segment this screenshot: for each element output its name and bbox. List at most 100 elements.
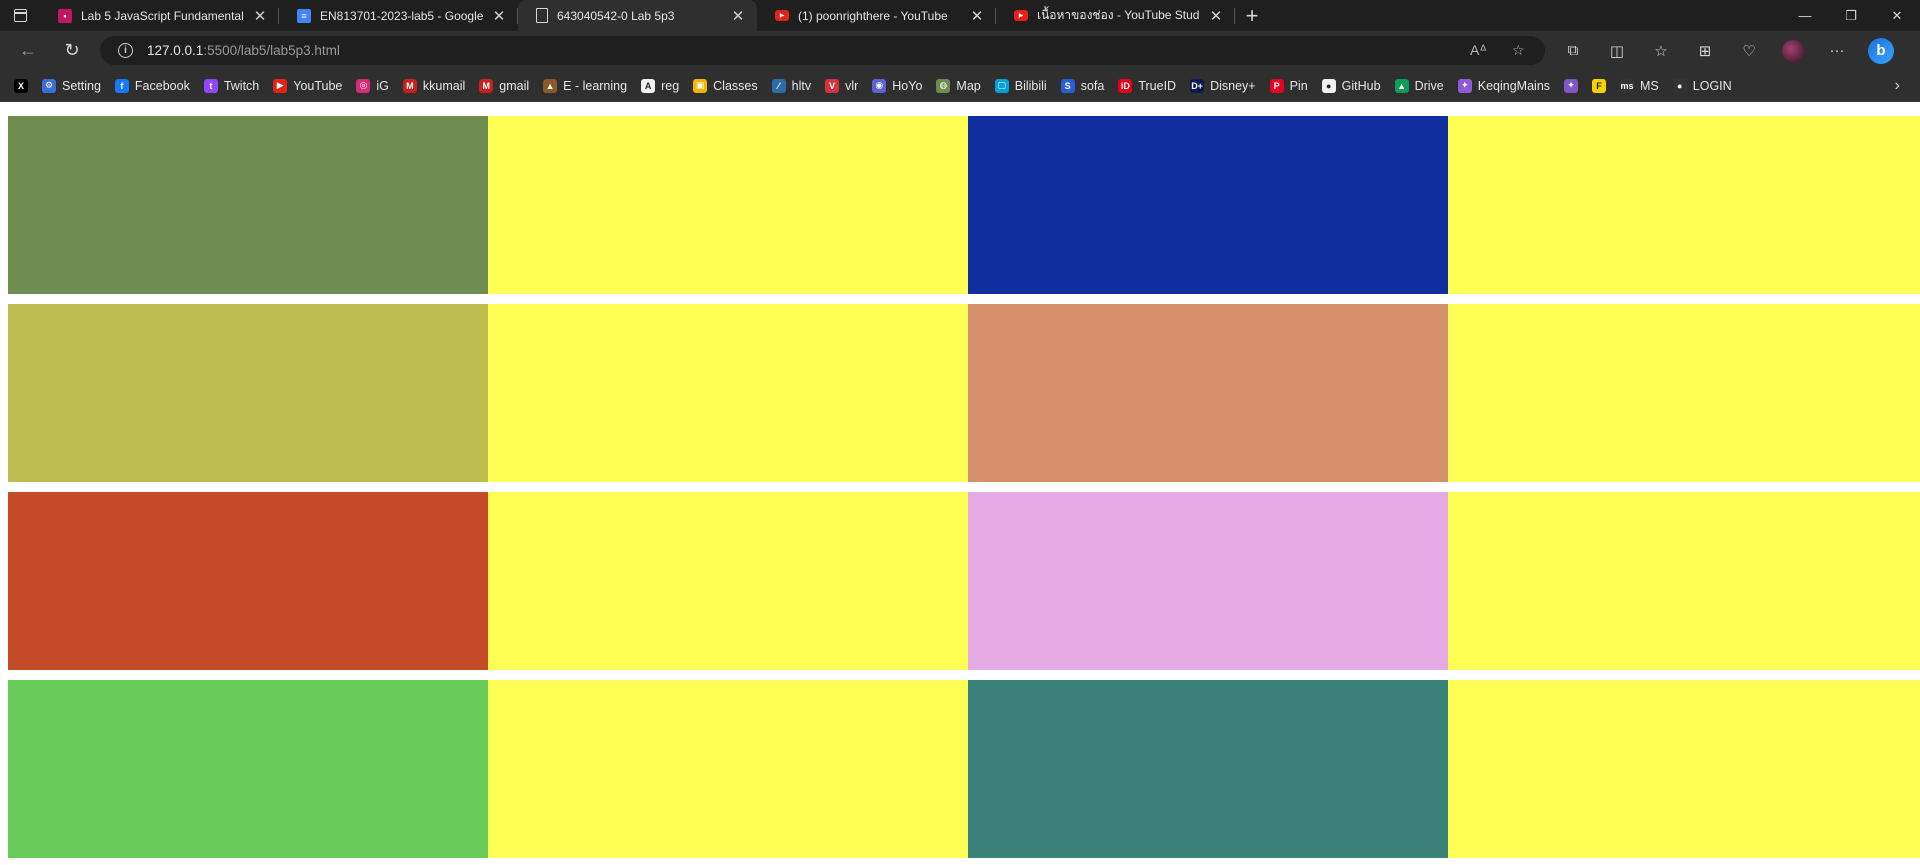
tab-close-icon[interactable]: ✕ [970,7,984,25]
address-bar[interactable]: i 127.0.0.1:5500/lab5/lab5p3.html Aᐞ ☆ [100,36,1545,65]
tab-5[interactable]: ▶ เนื้อหาของช่อง - YouTube Studio ✕ [996,0,1235,31]
twitch-icon: t [203,78,218,93]
bookmark-label: reg [661,78,680,93]
facebook-icon: f [114,78,129,93]
bookmark-label: YouTube [293,78,343,93]
bookmark-label: E - learning [563,78,628,93]
bookmark-label: gmail [499,78,530,93]
bookmark-sofa[interactable]: Ssofa [1060,78,1104,93]
color-cell [1448,492,1920,670]
toolbar-actions: ⧉ ◫ ☆ ⊞ ♡ ··· b [1551,31,1903,70]
read-aloud-icon[interactable]: Aᐞ [1470,42,1487,59]
bookmark-reg[interactable]: Areg [641,78,680,93]
bookmark-yellow-bookmark[interactable]: F [1592,78,1607,93]
tab-2[interactable]: ≡ EN813701-2023-lab5 - Google Docs ✕ [279,0,518,31]
browser-essentials-icon[interactable]: ♡ [1727,42,1771,60]
page-viewport [0,103,1920,865]
split-screen-icon[interactable]: ◫ [1595,42,1639,60]
bookmark-setting[interactable]: ⚙ Setting [42,78,101,93]
tab-4[interactable]: ▶ (1) poonrighthere - YouTube ✕ [757,0,996,31]
bookmark-github[interactable]: ● GitHub [1321,78,1381,93]
tab-3[interactable]: 643040542-0 Lab 5p3 ✕ [518,0,757,31]
classroom-icon: ▣ [693,78,708,93]
url-text[interactable]: 127.0.0.1:5500/lab5/lab5p3.html [147,43,340,58]
bookmark-youtube[interactable]: ▶ YouTube [273,78,343,93]
close-window-button[interactable]: ✕ [1874,0,1920,31]
favorites-icon[interactable]: ☆ [1639,42,1683,60]
bing-copilot-icon: b [1868,37,1894,64]
collections-icon[interactable]: ⊞ [1683,42,1727,60]
bookmark-label: Classes [713,78,758,93]
bookmark-hltv[interactable]: ⁄ hltv [771,78,811,93]
tab-strip: ▪ Lab 5 JavaScript Fundamentals ✕ ≡ EN813701… [0,0,1920,31]
refresh-button[interactable]: ↻ [50,31,94,70]
lab-page-icon: ▪ [58,8,72,23]
color-cell [1448,680,1920,858]
bookmark-map[interactable]: ◍ Map [936,78,981,93]
bookmark-kkumail[interactable]: Mkkumail [402,78,466,93]
tab-actions-icon [13,9,27,22]
url-host: 127.0.0.1 [147,43,204,58]
color-grid [8,116,1920,858]
extensions-icon[interactable]: ⧉ [1551,42,1595,59]
bookmark-label: iG [376,78,389,93]
google-drive-icon: ▲ [1394,78,1409,93]
minimize-button[interactable]: — [1782,0,1828,31]
bookmark-trueid[interactable]: iD TrueID [1118,78,1176,93]
bookmark-label: Disney+ [1210,78,1256,93]
bookmark-vlr[interactable]: Vvlr [825,78,858,93]
color-cell [968,492,1448,670]
gmail-icon: M [479,78,494,93]
bookmark-x[interactable]: X [14,78,28,93]
bookmark-ig[interactable]: ◎ iG [356,78,389,93]
bookmark-disney[interactable]: D+ Disney+ [1190,78,1256,93]
bookmark-label: GitHub [1341,78,1381,93]
bookmark-classes[interactable]: ▣ Classes [693,78,758,93]
back-button[interactable]: ← [6,31,50,70]
copilot-button[interactable]: b [1859,37,1903,64]
bookmark-hoyo[interactable]: ◉ HoYo [872,78,923,93]
settings-more-button[interactable]: ··· [1815,42,1859,59]
sofa-icon: S [1060,78,1075,93]
github-icon: ● [1321,78,1336,93]
bookmark-login[interactable]: ● LOGIN [1672,78,1732,93]
bookmark-facebook[interactable]: f Facebook [114,78,190,93]
tab-actions-button[interactable] [0,0,40,31]
tab-close-icon[interactable]: ✕ [731,7,745,25]
pinterest-icon: P [1269,78,1284,93]
bookmark-keqingmains[interactable]: ✦ KeqingMains [1457,78,1550,93]
window-controls: — ❐ ✕ [1782,0,1920,31]
tab-close-icon[interactable]: ✕ [1209,7,1223,25]
bookmark-label: Twitch [223,78,260,93]
color-cell [1448,116,1920,294]
bookmark-pin[interactable]: P Pin [1269,78,1308,93]
avatar [1782,39,1804,62]
youtube-studio-icon: ▶ [1014,10,1028,21]
bookmark-twitch[interactable]: t Twitch [203,78,260,93]
bookmark-gmail[interactable]: Mgmail [479,78,530,93]
tab-1[interactable]: ▪ Lab 5 JavaScript Fundamentals ✕ [40,0,279,31]
tab-close-icon[interactable]: ✕ [253,7,267,25]
bookmark-label: HoYo [892,78,923,93]
gmail-icon: M [402,78,417,93]
elearning-icon: ▲ [543,78,558,93]
site-info-icon[interactable]: i [118,43,133,58]
bookmark-label: kkumail [422,78,466,93]
hoyo-icon: ◉ [872,78,887,93]
bookmark-e-learning[interactable]: ▲ E - learning [543,78,628,93]
favorite-star-icon[interactable]: ☆ [1512,42,1525,59]
restore-button[interactable]: ❐ [1828,0,1874,31]
profile-button[interactable] [1771,39,1815,62]
refresh-icon: ↻ [64,40,80,60]
bookmarks-overflow-chevron-icon[interactable]: › [1895,77,1900,95]
url-path: :5500/lab5/lab5p3.html [203,43,340,58]
bookmark-ms[interactable]: ms MS [1620,78,1659,93]
tab-close-icon[interactable]: ✕ [492,7,506,25]
bookmark-bilibili[interactable]: ▢ Bilibili [994,78,1047,93]
reg-icon: A [641,78,656,93]
bookmark-drive[interactable]: ▲ Drive [1394,78,1444,93]
bookmarks-bar: X ⚙ Setting f Facebook t Twitch ▶ YouTube ◎ iG Mkku… [0,70,1920,102]
bookmark-purple-bookmark[interactable]: ✦ [1564,78,1579,93]
login-icon: ● [1672,78,1687,93]
new-tab-button[interactable]: + [1235,0,1269,31]
